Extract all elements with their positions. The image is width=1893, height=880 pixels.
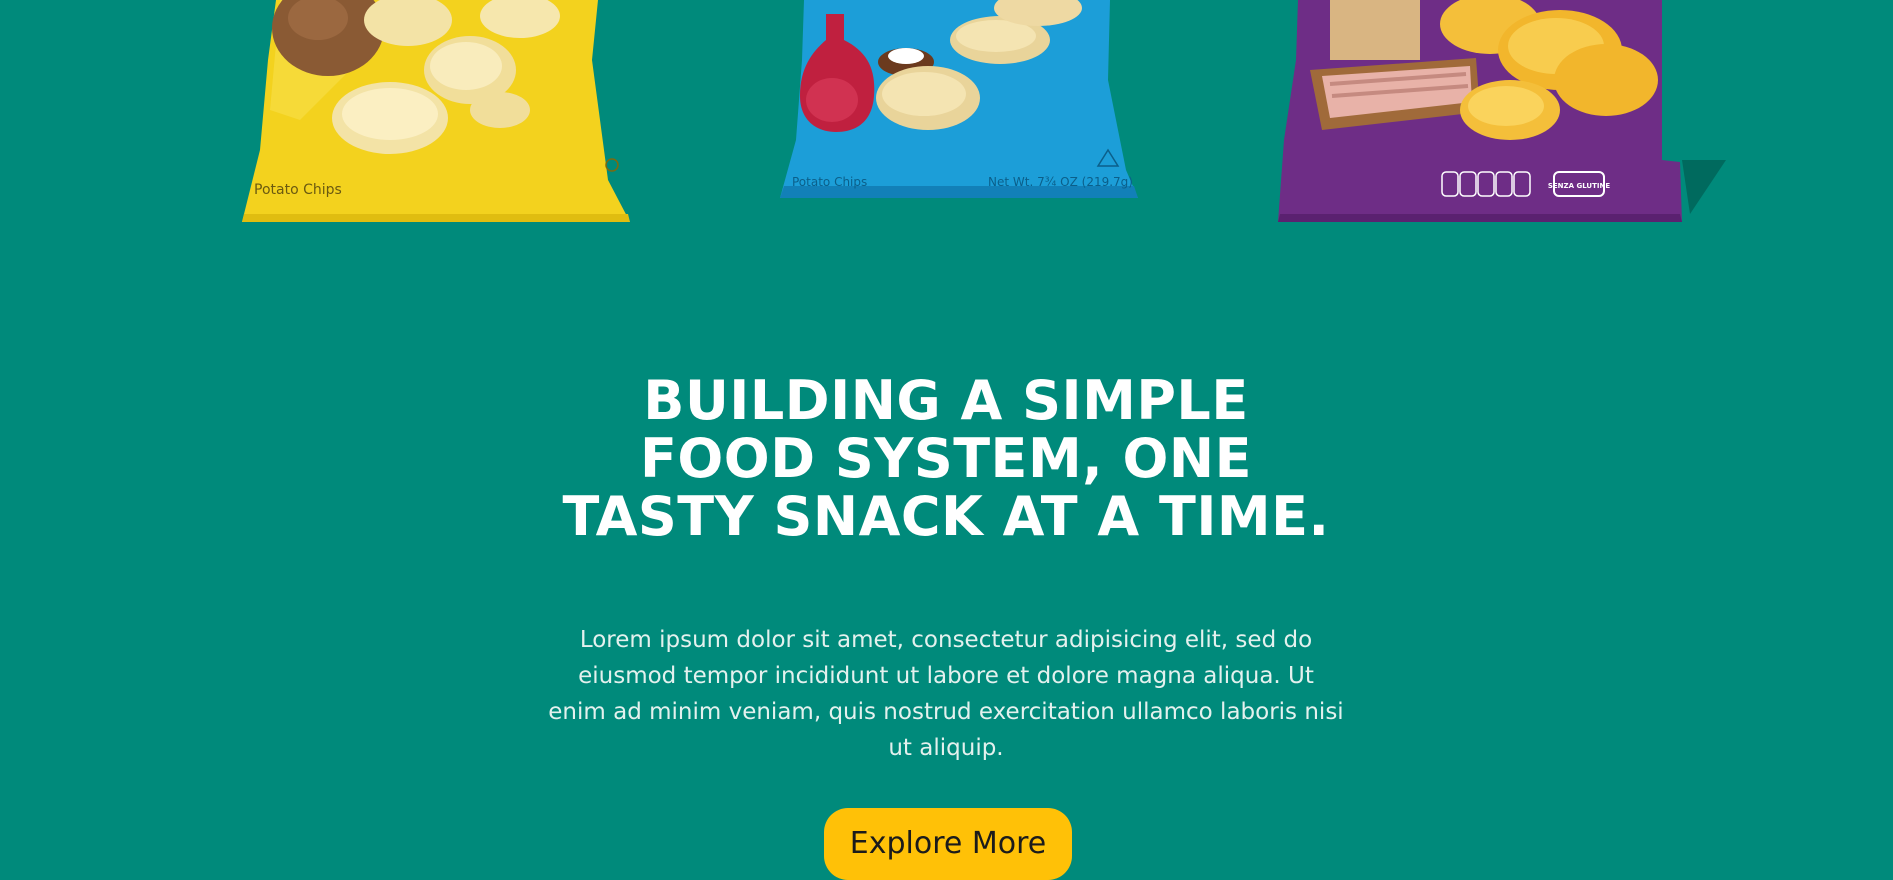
hero-headline: BUILDING A SIMPLE FOOD SYSTEM, ONE TASTY…	[562, 369, 1330, 548]
yellow-bag-label: Potato Chips	[254, 182, 342, 198]
blue-chip-bag-image: Potato Chips Net Wt. 7¾ OZ (219.7g)	[778, 0, 1140, 200]
hero-body-text: Lorem ipsum dolor sit amet, consectetur …	[548, 627, 1344, 761]
blue-bag-weight: Net Wt. 7¾ OZ (219.7g)	[988, 175, 1133, 189]
yellow-chip-bag-image: Potato Chips	[240, 0, 632, 224]
explore-more-button[interactable]: Explore More	[824, 808, 1072, 880]
blue-bag-label: Potato Chips	[792, 175, 867, 189]
purple-chip-bag-image: SENZA GLUTINE	[1270, 0, 1730, 224]
purple-bag-badge: SENZA GLUTINE	[1548, 182, 1610, 190]
